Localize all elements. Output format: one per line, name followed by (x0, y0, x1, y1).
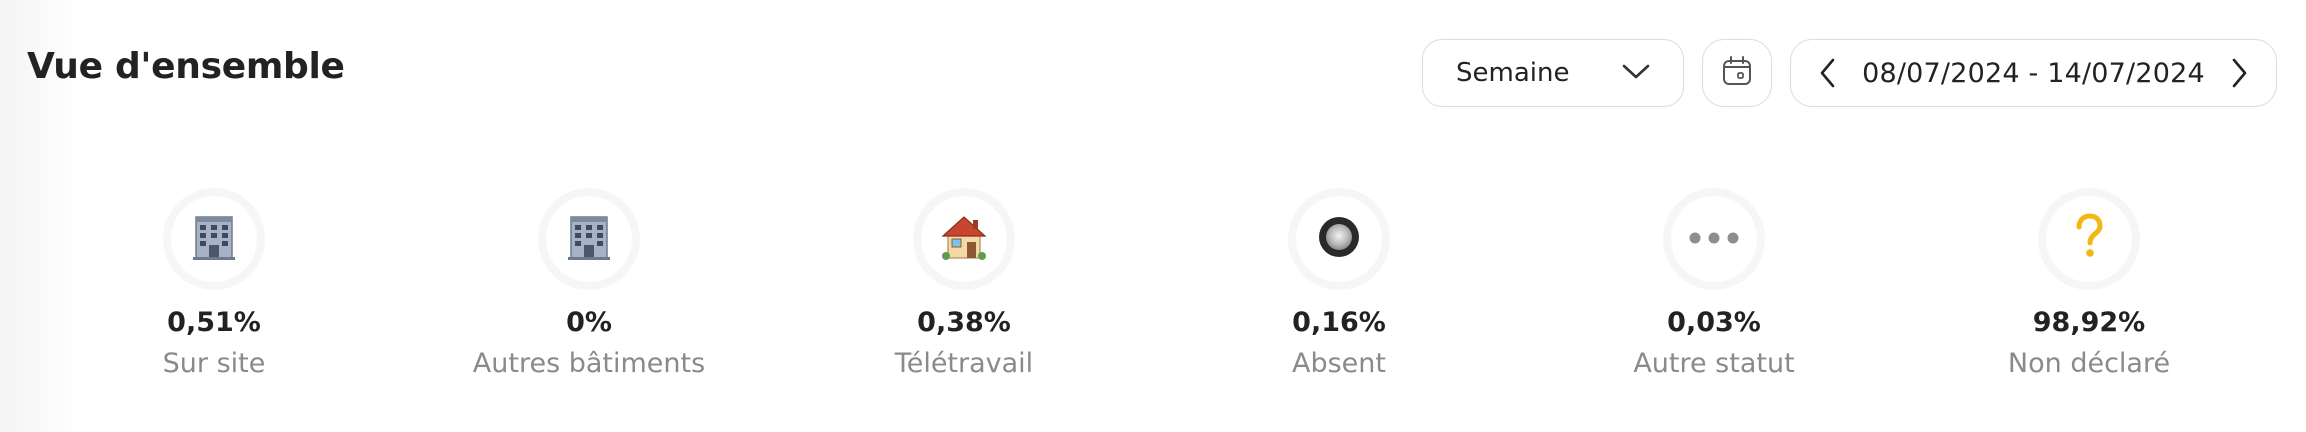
period-select[interactable]: Semaine (1422, 39, 1684, 107)
stat-value: 0,38% (917, 307, 1011, 338)
stat-value: 0,16% (1292, 307, 1386, 338)
period-select-value: Semaine (1456, 58, 1570, 88)
stat-label: Télétravail (894, 348, 1034, 379)
stat-label: Autres bâtiments (472, 348, 706, 379)
question-mark-icon (2072, 213, 2106, 265)
stat-value: 0,03% (1667, 307, 1761, 338)
stat-value: 98,92% (2032, 307, 2146, 338)
stat-icon-circle (913, 188, 1015, 290)
next-week-button[interactable] (2224, 53, 2254, 93)
stat-icon-circle (1663, 188, 1765, 290)
page-title: Vue d'ensemble (27, 46, 345, 87)
calendar-button[interactable] (1702, 39, 1772, 107)
stat-label: Sur site (162, 348, 266, 379)
chevron-left-icon (1820, 58, 1835, 88)
chevron-down-icon (1621, 61, 1651, 85)
more-dots-icon (1687, 230, 1741, 249)
date-range-navigator: 08/07/2024 - 14/07/2024 (1790, 39, 2277, 107)
stat-icon-circle (2038, 188, 2140, 290)
house-icon (939, 212, 989, 266)
stat-value: 0% (566, 307, 612, 338)
office-building-icon (190, 213, 238, 265)
office-building-icon (565, 213, 613, 265)
date-range-text: 08/07/2024 - 14/07/2024 (1862, 57, 2205, 89)
stat-autres-batiments: 0% Autres bâtiments (439, 188, 739, 381)
stat-sur-site: 0,51% Sur site (64, 188, 364, 381)
stat-label: Non déclaré (2007, 348, 2171, 379)
stat-teletravail: 0,38% Télétravail (814, 188, 1114, 381)
stat-value: 0,51% (167, 307, 261, 338)
stat-icon-circle (1288, 188, 1390, 290)
stat-absent: 0,16% Absent (1189, 188, 1489, 381)
absent-circle-icon (1316, 214, 1362, 264)
stat-non-declare: 98,92% Non déclaré (1939, 188, 2239, 381)
calendar-icon (1720, 54, 1754, 92)
stat-label: Autre statut (1633, 348, 1795, 379)
stat-label: Absent (1292, 348, 1386, 379)
stat-autre-statut: 0,03% Autre statut (1564, 188, 1864, 381)
previous-week-button[interactable] (1813, 53, 1843, 93)
stat-icon-circle (538, 188, 640, 290)
chevron-right-icon (2232, 58, 2247, 88)
stat-icon-circle (163, 188, 265, 290)
